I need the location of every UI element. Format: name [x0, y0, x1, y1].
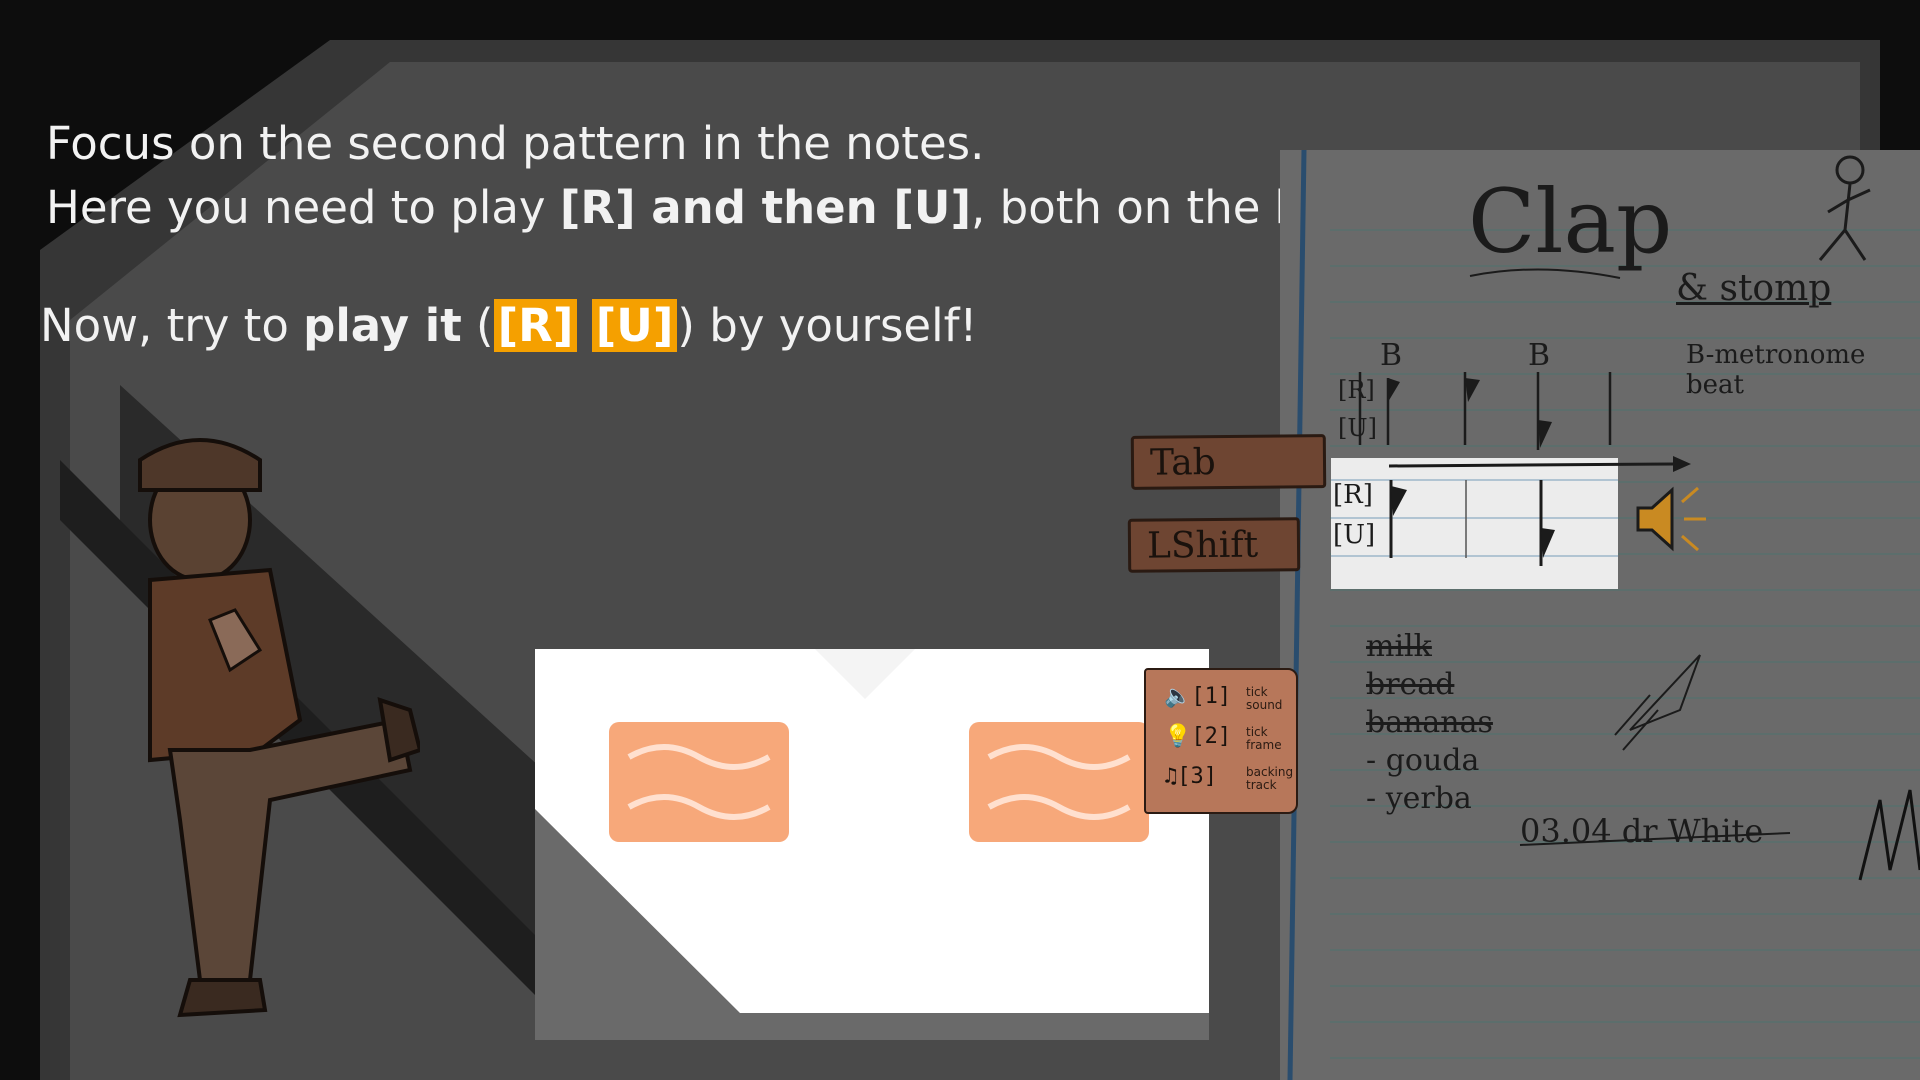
tutorial-keys-emphasis: [R] and then [U]: [559, 181, 972, 234]
tutorial-line-2-mid: , both on the: [971, 181, 1275, 234]
timeline-arrow-icon: [1388, 456, 1691, 472]
shopping-item-text: gouda: [1385, 743, 1480, 778]
tutorial-line-1-text: Focus on the second pattern in the notes…: [46, 117, 985, 170]
shopping-item: bread: [1366, 667, 1455, 702]
option-label: backing track: [1246, 765, 1294, 792]
option-label: tick frame: [1246, 725, 1282, 752]
character-figure: [138, 438, 420, 1018]
tile-wave-icon: [987, 744, 1131, 820]
shopping-item: - yerba: [1366, 781, 1472, 816]
shopping-item: bananas: [1366, 705, 1493, 740]
tutorial-line-3-post: ) by yourself!: [677, 299, 978, 352]
notebook-signature: 03.04 dr White: [1520, 812, 1764, 850]
options-tag: 🔈[1] tick sound 💡[2] tick frame ♫[3] backi…: [1144, 668, 1298, 814]
shopping-item-text: yerba: [1385, 781, 1472, 816]
beat-marker-1: B: [1380, 338, 1403, 373]
timeline-row-u: [U]: [1333, 520, 1376, 550]
play-area-shadow: [535, 649, 1209, 1040]
lshift-key-button[interactable]: LShift: [1127, 517, 1301, 573]
notebook-title: Clap: [1468, 170, 1673, 273]
key-r-highlight: [R]: [493, 299, 578, 352]
tutorial-line-2: Here you need to play [R] and then [U], …: [46, 176, 1404, 239]
rhythm-tile-u[interactable]: [969, 722, 1149, 842]
option-tick-frame[interactable]: 💡[2]: [1164, 724, 1231, 749]
tutorial-line-2-pre: Here you need to play: [46, 181, 560, 234]
timeline-row-r: [R]: [1333, 480, 1373, 510]
option-key: [1]: [1191, 684, 1232, 709]
tab-key-button[interactable]: Tab: [1130, 434, 1327, 490]
rhythm-play-area: [535, 649, 1209, 1040]
lshift-key-label: LShift: [1146, 524, 1259, 567]
notebook-row-r: [R]: [1338, 376, 1375, 404]
shopping-item: milk: [1366, 629, 1432, 664]
metronome-speaker-icon: [1636, 486, 1706, 552]
lightbulb-icon: 💡: [1164, 724, 1192, 749]
rhythm-tile-r[interactable]: [609, 722, 789, 842]
notebook-row-u: [U]: [1338, 414, 1377, 442]
tile-wave-icon: [627, 744, 771, 820]
speaker-icon: 🔈: [1164, 684, 1192, 709]
beat-marker-2: B: [1528, 338, 1551, 373]
music-notes-icon: ♫: [1164, 764, 1178, 789]
beat-legend: B-metronome beat: [1686, 340, 1866, 400]
tutorial-line-3-open: (: [461, 299, 494, 352]
option-backing-track[interactable]: ♫[3]: [1164, 764, 1217, 789]
option-tick-sound[interactable]: 🔈[1]: [1164, 684, 1231, 709]
option-label: tick sound: [1246, 685, 1283, 712]
option-key: [3]: [1177, 764, 1217, 789]
tutorial-line-3-pre: Now, try to: [40, 299, 304, 352]
option-key: [2]: [1191, 724, 1232, 749]
tutorial-line-3: Now, try to play it ([R] [U]) by yoursel…: [40, 294, 977, 357]
shopping-list: milk bread bananas - gouda - yerba: [1366, 628, 1493, 818]
tutorial-play-emphasis: play it: [303, 299, 462, 352]
tutorial-line-1: Focus on the second pattern in the notes…: [46, 112, 984, 175]
tab-key-label: Tab: [1149, 441, 1216, 484]
shopping-item: - gouda: [1366, 743, 1480, 778]
key-u-highlight: [U]: [591, 299, 678, 352]
notebook-subtitle: & stomp: [1676, 268, 1832, 309]
